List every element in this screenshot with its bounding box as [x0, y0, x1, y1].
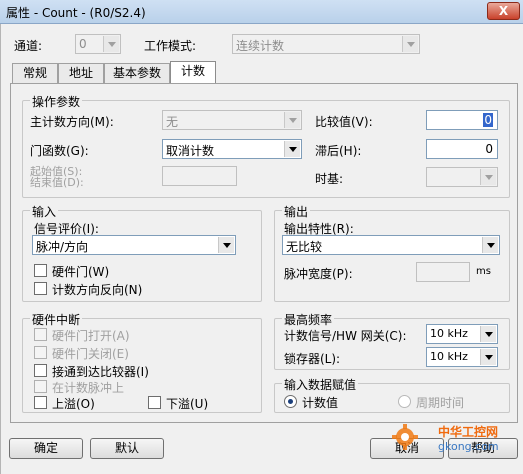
max-freq-title: 最高频率 — [282, 311, 335, 328]
overflow-checkbox[interactable] — [34, 396, 47, 409]
hw-gate-close-checkbox[interactable] — [34, 346, 47, 359]
output-char-value: 无比较 — [286, 240, 323, 254]
tab-general[interactable]: 常规 — [12, 63, 58, 84]
reach-comparator-label: 接通到达比较器(I) — [52, 365, 149, 379]
count-value-label: 计数值 — [302, 396, 339, 410]
mode-label: 工作模式: — [144, 39, 197, 53]
chevron-down-icon — [480, 169, 496, 185]
chevron-down-icon — [284, 112, 300, 128]
delay-label: 滞后(H): — [315, 144, 362, 158]
chevron-down-icon — [480, 326, 496, 342]
timebase-select[interactable] — [426, 167, 498, 187]
compare-input[interactable]: 0 — [426, 110, 498, 130]
latch-value: 10 kHz — [430, 350, 468, 363]
input-value-title: 输入数据赋值 — [282, 376, 359, 393]
compare-label: 比较值(V): — [315, 115, 373, 129]
chevron-down-icon — [103, 36, 119, 52]
delay-input[interactable]: 0 — [426, 139, 498, 159]
hw-gate-open-checkbox[interactable] — [34, 328, 47, 341]
hw-gate-checkbox[interactable] — [34, 264, 47, 277]
count-signal-value: 10 kHz — [430, 327, 468, 340]
channel-value: 0 — [79, 37, 87, 51]
input-title: 输入 — [30, 203, 59, 220]
output-title: 输出 — [282, 203, 311, 220]
pulse-width-unit: ms — [476, 266, 491, 277]
signal-value: 脉冲/方向 — [36, 240, 89, 254]
gate-select[interactable]: 取消计数 — [162, 139, 302, 159]
chevron-down-icon — [218, 237, 234, 253]
on-count-pulse-label: 在计数脉冲上 — [52, 381, 125, 395]
on-count-pulse-checkbox[interactable] — [34, 380, 47, 393]
period-label: 周期时间 — [416, 396, 465, 410]
chevron-down-icon — [480, 349, 496, 365]
gate-value: 取消计数 — [166, 144, 215, 158]
title-bar: 属性 - Count - (R0/S2.4) X — [0, 0, 523, 24]
count-signal-label: 计数信号/HW 网关(C): — [284, 329, 407, 343]
underflow-label: 下溢(U) — [166, 397, 209, 411]
delay-value: 0 — [485, 142, 493, 156]
default-button[interactable]: 默认 — [90, 438, 164, 459]
count-value-radio[interactable] — [284, 395, 297, 408]
watermark-logo: 中华工控网 — [438, 425, 499, 439]
main-dir-label: 主计数方向(M): — [30, 115, 114, 129]
watermark-url: gkong.com — [438, 440, 499, 453]
count-reverse-checkbox[interactable] — [34, 282, 47, 295]
channel-select[interactable]: 0 — [75, 34, 121, 54]
signal-select[interactable]: 脉冲/方向 — [32, 235, 236, 255]
latch-label: 锁存器(L): — [284, 352, 341, 366]
count-reverse-label: 计数方向反向(N) — [52, 283, 143, 297]
hw-gate-close-label: 硬件门关闭(E) — [52, 347, 129, 361]
gear-icon — [392, 424, 418, 450]
main-dir-value: 无 — [166, 115, 179, 129]
channel-label: 通道: — [14, 39, 43, 53]
mode-value: 连续计数 — [236, 39, 285, 53]
count-signal-select[interactable]: 10 kHz — [426, 324, 498, 344]
ok-button[interactable]: 确定 — [9, 438, 83, 459]
start-end-input[interactable] — [162, 166, 237, 186]
underflow-checkbox[interactable] — [148, 396, 161, 409]
pulse-width-label: 脉冲宽度(P): — [284, 267, 353, 281]
latch-select[interactable]: 10 kHz — [426, 347, 498, 367]
chevron-down-icon — [482, 237, 498, 253]
window-title: 属性 - Count - (R0/S2.4) — [6, 6, 146, 20]
pulse-width-input[interactable] — [416, 262, 470, 282]
end-value-label: 结束值(D): — [30, 176, 84, 189]
hw-interrupt-title: 硬件中断 — [30, 311, 83, 328]
tab-count[interactable]: 计数 — [170, 61, 216, 84]
timebase-label: 时基: — [315, 172, 344, 186]
tab-basic-params[interactable]: 基本参数 — [104, 63, 170, 84]
hw-gate-open-label: 硬件门打开(A) — [52, 329, 130, 343]
gate-label: 门函数(G): — [30, 144, 89, 158]
op-params-title: 操作参数 — [30, 93, 83, 110]
close-button[interactable]: X — [487, 2, 520, 20]
hw-gate-label: 硬件门(W) — [52, 265, 110, 279]
main-dir-select[interactable]: 无 — [162, 110, 302, 130]
reach-comparator-checkbox[interactable] — [34, 364, 47, 377]
output-char-select[interactable]: 无比较 — [282, 235, 500, 255]
overflow-label: 上溢(O) — [52, 397, 95, 411]
compare-value: 0 — [483, 113, 493, 127]
mode-select[interactable]: 连续计数 — [232, 34, 420, 54]
period-radio[interactable] — [398, 395, 411, 408]
chevron-down-icon — [284, 141, 300, 157]
chevron-down-icon — [402, 36, 418, 52]
tab-address[interactable]: 地址 — [58, 63, 104, 84]
